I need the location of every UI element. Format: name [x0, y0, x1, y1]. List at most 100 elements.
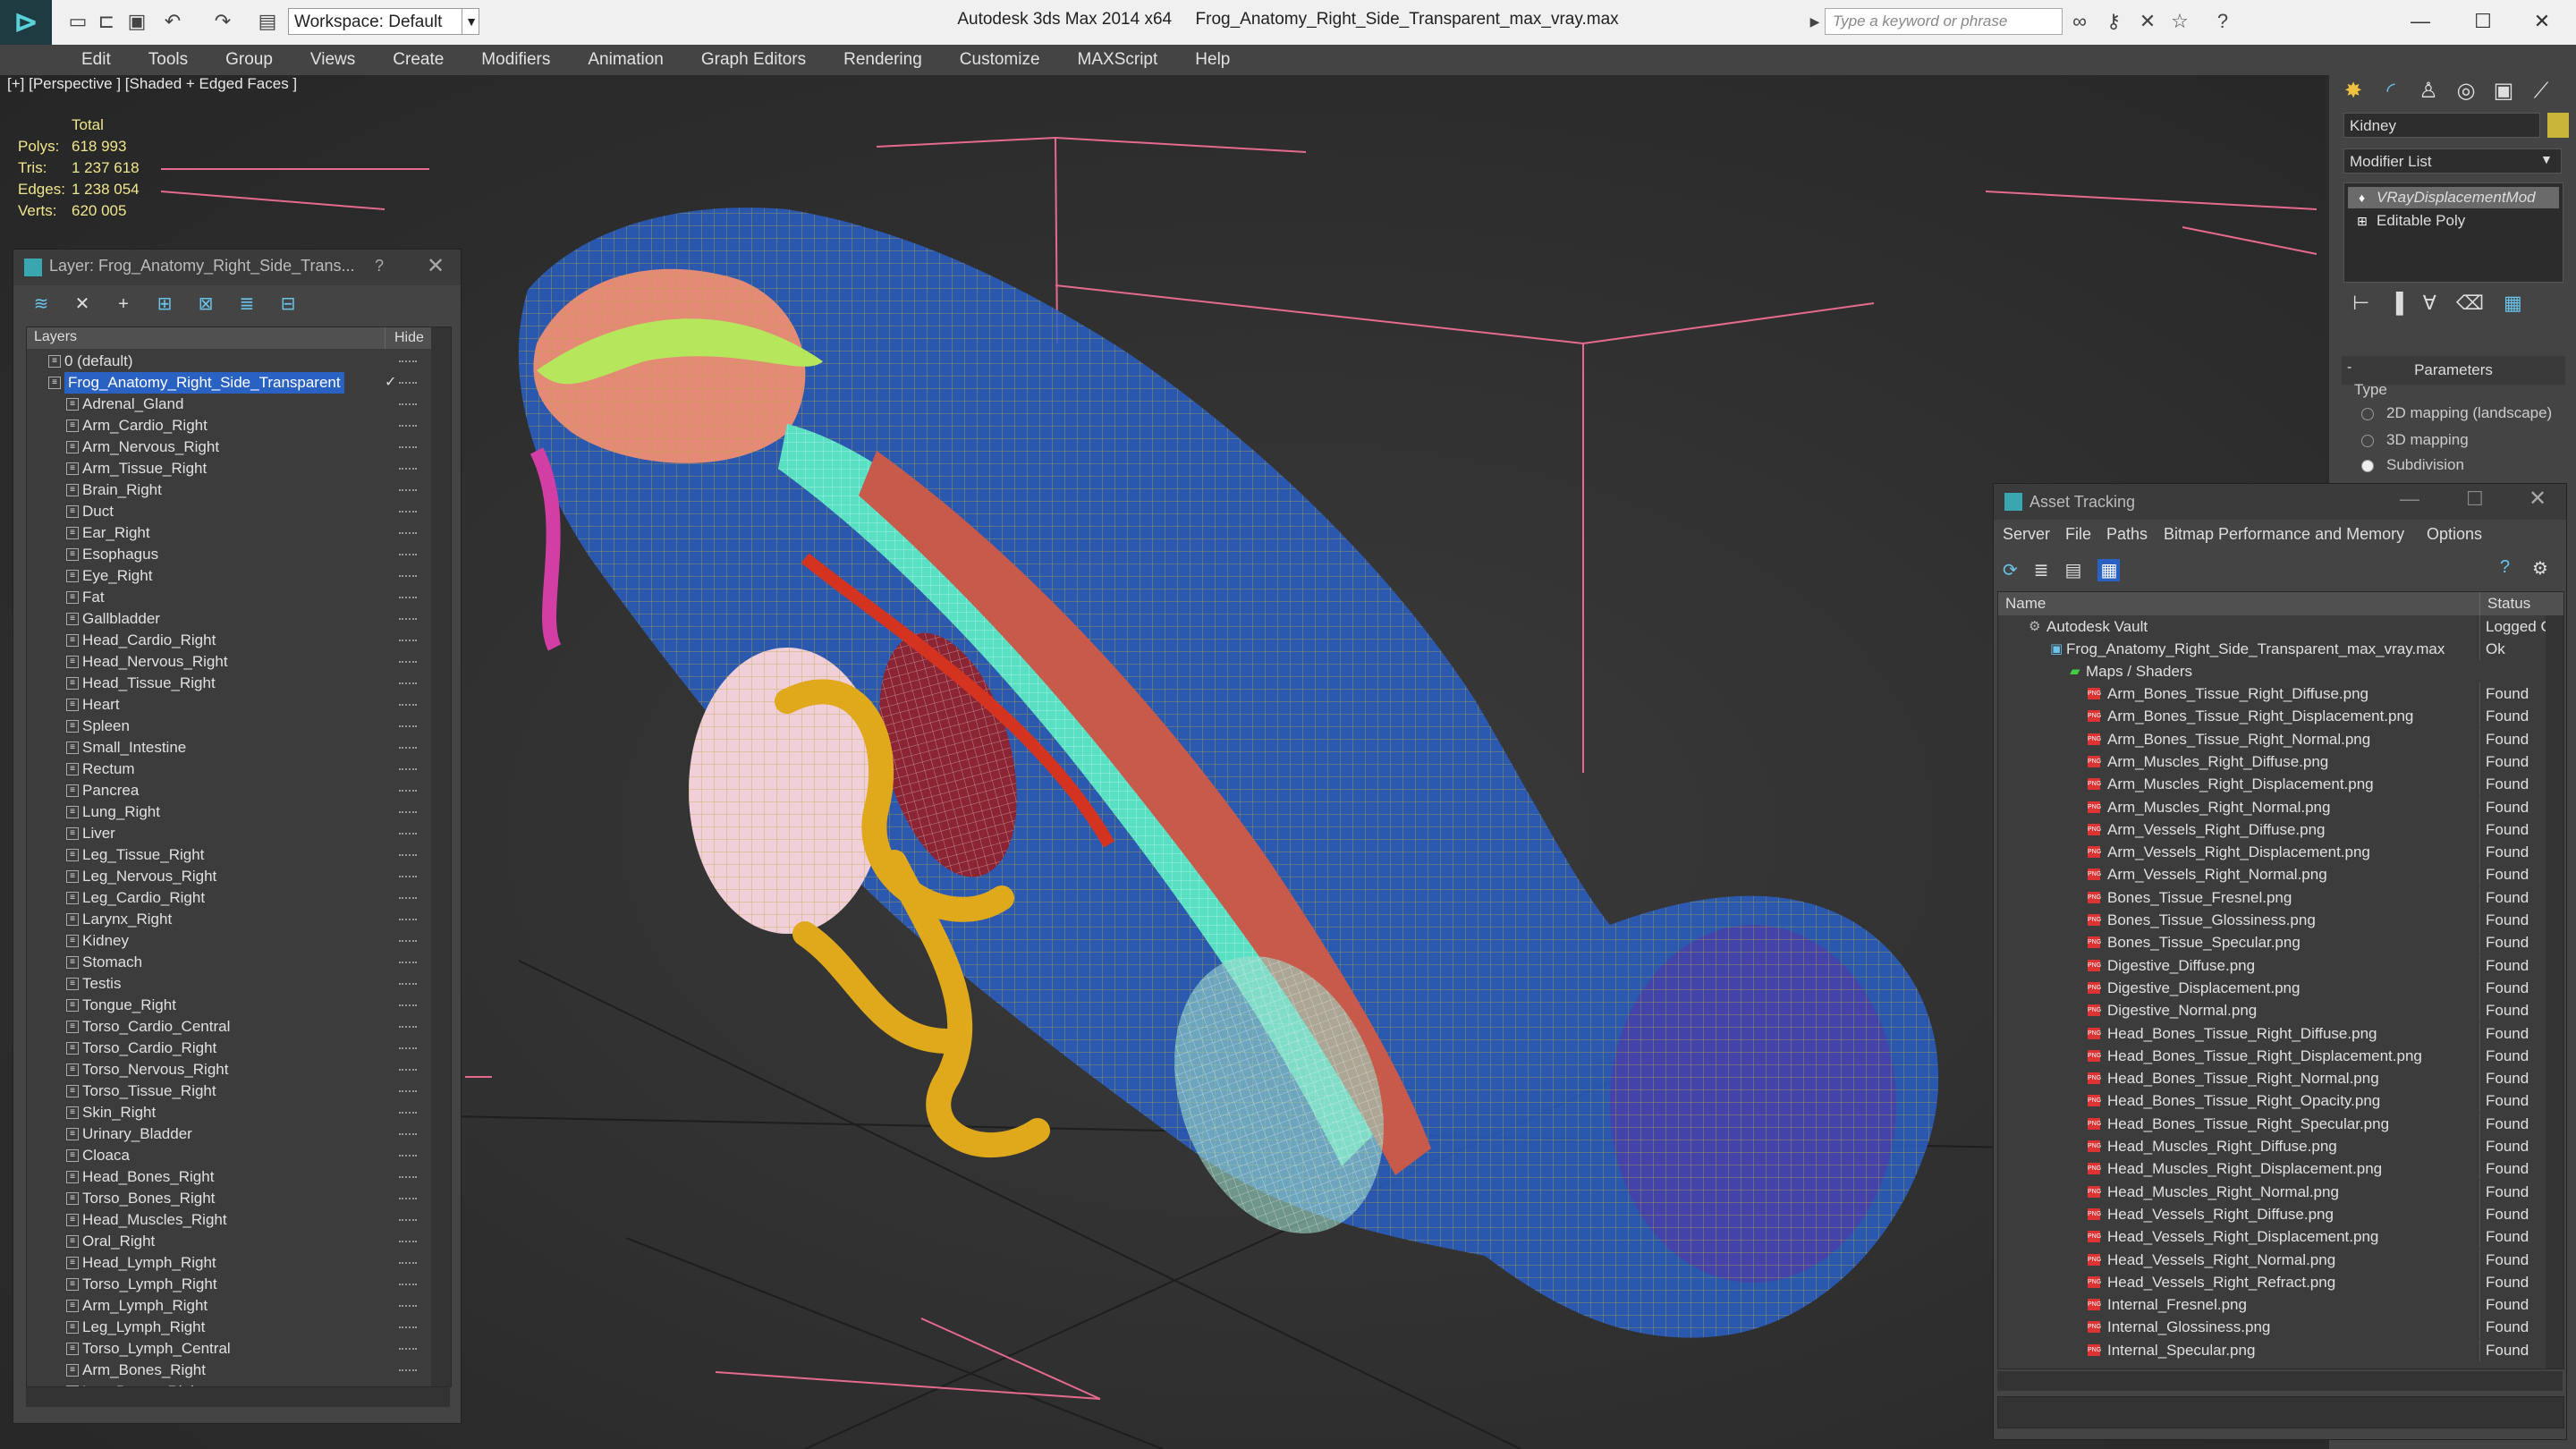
- layer-manager-icon[interactable]: ≋: [30, 292, 53, 316]
- thumbnail-view-icon[interactable]: ▤: [2065, 559, 2082, 581]
- asset-path-field[interactable]: [1997, 1396, 2564, 1428]
- layer-row[interactable]: ≡ Head_Muscles_Right: [27, 1209, 451, 1231]
- asset-row[interactable]: ⚙ Autodesk Vault Logged C: [1998, 615, 2563, 638]
- asset-row[interactable]: PNG Arm_Muscles_Right_Displacement.png Fou…: [1998, 773, 2563, 796]
- hide-toggle[interactable]: [399, 1326, 417, 1331]
- layer-row[interactable]: ≡ Urinary_Bladder: [27, 1123, 451, 1145]
- hide-toggle[interactable]: [399, 1305, 417, 1309]
- menu-customize[interactable]: Customize: [941, 45, 1059, 75]
- layer-row[interactable]: ≡ Head_Lymph_Right: [27, 1252, 451, 1274]
- chevron-down-icon[interactable]: ▼: [462, 8, 480, 35]
- asset-row[interactable]: PNG Head_Muscles_Right_Normal.png Found: [1998, 1180, 2563, 1203]
- layer-row[interactable]: ≡ Arm_Lymph_Right: [27, 1295, 451, 1317]
- layer-row[interactable]: ≡ Fat: [27, 587, 451, 608]
- hide-toggle[interactable]: [399, 1284, 417, 1288]
- modify-tab-icon[interactable]: ◜: [2376, 77, 2406, 106]
- layer-row[interactable]: ≡ Duct: [27, 501, 451, 522]
- layer-row[interactable]: ≡ Torso_Cardio_Right: [27, 1038, 451, 1059]
- menu-animation[interactable]: Animation: [569, 45, 682, 75]
- menu-help[interactable]: Help: [1176, 45, 1249, 75]
- layer-row[interactable]: ≡ Arm_Tissue_Right: [27, 458, 451, 479]
- chevron-down-icon[interactable]: ▼: [2540, 152, 2553, 166]
- asset-row[interactable]: PNG Head_Vessels_Right_Refract.png Found: [1998, 1270, 2563, 1293]
- asset-row[interactable]: PNG Bones_Tissue_Glossiness.png Found: [1998, 909, 2563, 931]
- app-logo-icon[interactable]: ⊳: [0, 0, 52, 45]
- asset-row[interactable]: PNG Head_Vessels_Right_Displacement.png Fo…: [1998, 1225, 2563, 1249]
- hide-toggle[interactable]: [399, 1047, 417, 1052]
- hide-toggle[interactable]: [399, 919, 417, 923]
- layer-row[interactable]: ≡ Rectum: [27, 758, 451, 780]
- list-view-icon[interactable]: ≣: [2034, 559, 2049, 581]
- layer-row[interactable]: ≡ Ear_Right: [27, 522, 451, 544]
- col-status[interactable]: Status: [2479, 592, 2530, 615]
- select-layer-icon[interactable]: ⊞: [153, 292, 176, 316]
- menu-graph-editors[interactable]: Graph Editors: [682, 45, 825, 75]
- layer-row[interactable]: ≡ Head_Bones_Right: [27, 1166, 451, 1188]
- hide-toggle[interactable]: [399, 468, 417, 472]
- lightbulb-icon[interactable]: ♦: [2359, 191, 2365, 205]
- minimize-button[interactable]: —: [2400, 487, 2419, 511]
- layer-row[interactable]: ≡ Leg_Cardio_Right: [27, 887, 451, 909]
- make-unique-icon[interactable]: ∀: [2423, 292, 2436, 315]
- menu-file[interactable]: File: [2065, 525, 2091, 544]
- asset-list[interactable]: Name Status ⚙ Autodesk Vault Logged C ▣ Frog…: [1997, 591, 2564, 1369]
- open-file-icon[interactable]: ⊏: [95, 11, 118, 32]
- asset-list-scrollbar[interactable]: [2546, 615, 2563, 1368]
- create-tab-icon[interactable]: ✸: [2338, 77, 2368, 106]
- hide-toggle[interactable]: [399, 360, 417, 365]
- asset-row[interactable]: ▣ Frog_Anatomy_Right_Side_Transparent_max…: [1998, 638, 2563, 660]
- asset-row[interactable]: PNG Arm_Muscles_Right_Diffuse.png Found: [1998, 750, 2563, 773]
- hide-layers-icon[interactable]: ≣: [235, 292, 258, 316]
- asset-row[interactable]: PNG Arm_Vessels_Right_Normal.png Found: [1998, 863, 2563, 886]
- layer-row[interactable]: ≡ Torso_Tissue_Right: [27, 1080, 451, 1102]
- hide-toggle[interactable]: [399, 1069, 417, 1073]
- hide-toggle[interactable]: [399, 532, 417, 537]
- hide-toggle[interactable]: [399, 489, 417, 494]
- display-tab-icon[interactable]: ▣: [2488, 77, 2519, 106]
- menu-bitmap-performance[interactable]: Bitmap Performance and Memory: [2164, 525, 2404, 544]
- layer-row[interactable]: ≡ Arm_Nervous_Right: [27, 436, 451, 458]
- asset-row[interactable]: PNG Digestive_Normal.png Found: [1998, 999, 2563, 1022]
- layer-row[interactable]: ≡ Head_Tissue_Right: [27, 673, 451, 694]
- hide-toggle[interactable]: [399, 897, 417, 902]
- asset-row[interactable]: PNG Head_Bones_Tissue_Right_Diffuse.png Fo…: [1998, 1021, 2563, 1045]
- layer-row[interactable]: ≡ Tongue_Right: [27, 995, 451, 1016]
- modifier-stack[interactable]: VRayDisplacementMod Editable Poly ♦ ⊞: [2343, 182, 2563, 283]
- layer-row[interactable]: ≡ Torso_Cardio_Central: [27, 1016, 451, 1038]
- asset-row[interactable]: PNG Internal_Glossiness.png Found: [1998, 1316, 2563, 1339]
- asset-row[interactable]: PNG Head_Bones_Tissue_Right_Specular.png F…: [1998, 1112, 2563, 1135]
- delete-layer-icon[interactable]: ✕: [71, 292, 94, 316]
- menu-server[interactable]: Server: [2003, 525, 2050, 544]
- layer-row[interactable]: ≡ Spleen: [27, 716, 451, 737]
- layer-row[interactable]: ≡ Eye_Right: [27, 565, 451, 587]
- asset-row[interactable]: PNG Head_Bones_Tissue_Right_Opacity.png Fo…: [1998, 1089, 2563, 1113]
- close-icon[interactable]: ✕: [427, 253, 445, 279]
- workspace-selector[interactable]: Workspace: Default: [288, 8, 479, 35]
- asset-row[interactable]: PNG Arm_Bones_Tissue_Right_Diffuse.png Fou…: [1998, 682, 2563, 705]
- layer-row-selected[interactable]: ≡ Frog_Anatomy_Right_Side_Transparent ✓: [27, 372, 451, 394]
- highlight-layer-icon[interactable]: ⊠: [194, 292, 217, 316]
- layer-row[interactable]: ≡ Liver: [27, 823, 451, 844]
- layer-row[interactable]: ≡ Esophagus: [27, 544, 451, 565]
- freeze-layers-icon[interactable]: ⊟: [276, 292, 300, 316]
- remove-modifier-icon[interactable]: ⌫: [2456, 292, 2484, 315]
- hierarchy-tab-icon[interactable]: ♙: [2413, 77, 2444, 106]
- asset-row[interactable]: PNG Digestive_Displacement.png Found: [1998, 976, 2563, 999]
- layer-row[interactable]: ≡ Kidney: [27, 930, 451, 952]
- asset-row[interactable]: PNG Head_Bones_Tissue_Right_Normal.png Fou…: [1998, 1067, 2563, 1090]
- star-icon[interactable]: ☆: [2168, 11, 2191, 32]
- menu-rendering[interactable]: Rendering: [825, 45, 941, 75]
- layer-row[interactable]: ≡ Small_Intestine: [27, 737, 451, 758]
- hide-toggle[interactable]: [399, 1369, 417, 1374]
- hide-toggle[interactable]: [399, 1090, 417, 1095]
- layer-row[interactable]: ≡ Skin_Right: [27, 1102, 451, 1123]
- utilities-tab-icon[interactable]: ⟋: [2526, 77, 2556, 106]
- hide-toggle[interactable]: [399, 768, 417, 773]
- hide-toggle[interactable]: [399, 833, 417, 837]
- asset-row[interactable]: PNG Arm_Vessels_Right_Displacement.png Fou…: [1998, 841, 2563, 864]
- asset-row[interactable]: PNG Internal_Specular.png Found: [1998, 1338, 2563, 1361]
- hide-toggle[interactable]: [399, 1241, 417, 1245]
- layer-list-hscrollbar[interactable]: [26, 1387, 450, 1407]
- layer-row[interactable]: ≡ Cloaca: [27, 1145, 451, 1166]
- layer-row[interactable]: ≡ Oral_Right: [27, 1231, 451, 1252]
